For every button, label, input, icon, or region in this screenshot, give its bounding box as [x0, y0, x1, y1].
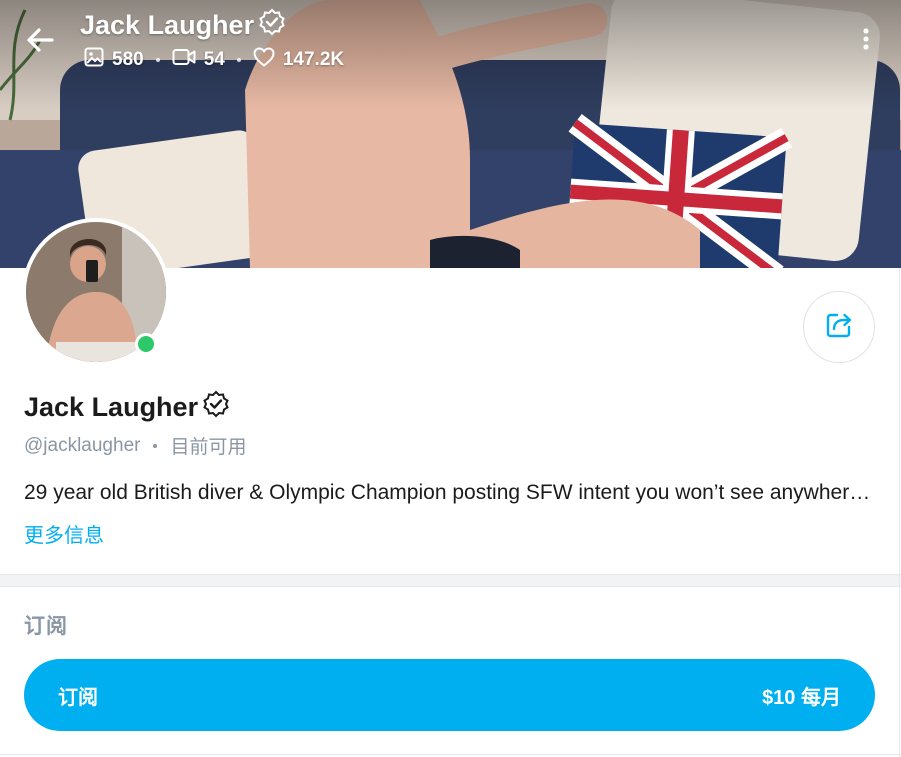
- more-info-link[interactable]: 更多信息: [24, 519, 104, 548]
- section-divider: [0, 574, 901, 587]
- stat-images-value: 580: [112, 49, 144, 70]
- availability-status: 目前可用: [170, 437, 247, 458]
- handle-row: @jacklaugher 目前可用: [24, 432, 246, 459]
- header-title: Jack Laugher: [80, 8, 286, 43]
- stat-videos: 54: [172, 47, 225, 73]
- back-arrow-icon[interactable]: [22, 22, 58, 58]
- share-icon: [824, 310, 854, 345]
- heart-icon: [253, 47, 275, 73]
- stat-likes-value: 147.2K: [282, 49, 345, 70]
- subscribe-button[interactable]: 订阅 $10 每月: [24, 659, 875, 731]
- profile-name-text: Jack Laugher: [24, 392, 199, 422]
- header-stats: 580 54 147.2K: [84, 47, 344, 73]
- more-options-icon[interactable]: [855, 24, 877, 54]
- verified-icon: [202, 390, 230, 425]
- profile-name: Jack Laugher: [24, 390, 230, 425]
- profile-handle: @jacklaugher: [24, 434, 141, 456]
- subscribe-button-label: 订阅: [58, 686, 98, 709]
- video-icon: [172, 47, 196, 73]
- right-border: [899, 268, 900, 757]
- stat-separator: [155, 58, 160, 62]
- image-icon: [84, 47, 104, 73]
- online-status-indicator: [135, 333, 157, 355]
- profile-bio: 29 year old British diver & Olympic Cham…: [24, 481, 878, 504]
- handle-separator: [153, 443, 158, 448]
- subscribe-price: $10 每月: [762, 686, 841, 709]
- verified-icon: [258, 8, 286, 43]
- header-title-text: Jack Laugher: [80, 10, 255, 40]
- subscription-heading: 订阅: [24, 615, 68, 638]
- stat-videos-value: 54: [203, 49, 225, 70]
- stat-likes: 147.2K: [253, 47, 344, 73]
- stat-separator: [236, 58, 241, 62]
- stat-images: 580: [84, 47, 144, 73]
- share-button[interactable]: [803, 291, 875, 363]
- bottom-border: [0, 754, 901, 755]
